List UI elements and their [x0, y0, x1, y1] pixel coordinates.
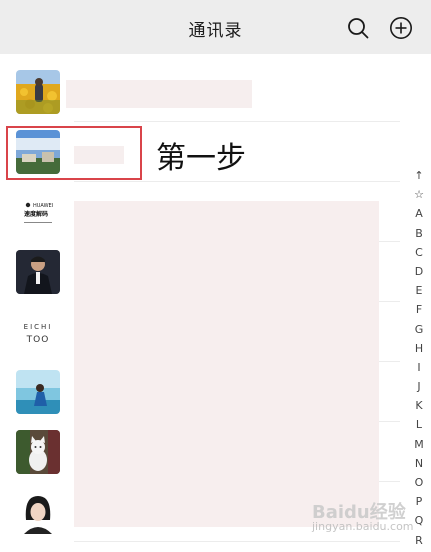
add-circle-icon[interactable] — [389, 16, 413, 40]
index-item[interactable]: C — [410, 243, 428, 262]
index-item[interactable]: H — [410, 339, 428, 358]
index-item[interactable]: A — [410, 204, 428, 223]
top-bar: 通讯录 — [0, 0, 431, 54]
contact-names-redacted — [74, 201, 379, 527]
sunflower-field-photo — [16, 70, 60, 114]
svg-text:EICHI: EICHI — [24, 323, 53, 331]
index-item[interactable]: I — [410, 358, 428, 377]
index-item[interactable]: M — [410, 435, 428, 454]
contact-row[interactable] — [0, 62, 400, 122]
index-item[interactable]: N — [410, 454, 428, 473]
seaside-girl-photo — [16, 370, 60, 414]
index-item[interactable]: D — [410, 262, 428, 281]
svg-text:TOO: TOO — [26, 335, 50, 345]
index-item[interactable]: K — [410, 396, 428, 415]
index-item[interactable]: L — [410, 415, 428, 434]
index-item[interactable]: G — [410, 320, 428, 339]
index-item[interactable]: J — [410, 377, 428, 396]
woman-portrait-photo — [16, 490, 60, 534]
index-item[interactable]: O — [410, 473, 428, 492]
avatar — [16, 370, 60, 414]
avatar — [16, 430, 60, 474]
watermark-text: Baidu经验 — [312, 502, 406, 523]
avatar — [16, 70, 60, 114]
svg-text:HUAWEI: HUAWEI — [33, 203, 53, 209]
svg-text:速度解码: 速度解码 — [24, 210, 48, 218]
index-item[interactable]: E — [410, 281, 428, 300]
contact-name-redacted — [66, 80, 252, 108]
index-item[interactable]: B — [410, 224, 428, 243]
cat-photo — [16, 430, 60, 474]
step-label: 第一步 — [156, 141, 246, 176]
index-item[interactable]: F — [410, 300, 428, 319]
watermark: Baidu经验 jingyan.baidu.com — [312, 502, 424, 544]
index-item[interactable]: ☆ — [410, 185, 428, 204]
huawei-logo: HUAWEI 速度解码 — [16, 190, 60, 234]
search-icon[interactable] — [346, 16, 370, 40]
man-portrait-photo — [16, 250, 60, 294]
index-item[interactable]: ↑ — [410, 166, 428, 185]
avatar: HUAWEI 速度解码 — [16, 190, 60, 234]
alphabet-index-bar[interactable]: ↑ ☆ A B C D E F G H I J K L M N O P Q R — [410, 166, 428, 550]
avatar: EICHI TOO — [16, 310, 60, 354]
highlight-box — [6, 126, 142, 180]
watermark-subtext: jingyan.baidu.com — [312, 520, 414, 533]
avatar — [16, 250, 60, 294]
eichi-too-logo: EICHI TOO — [16, 310, 60, 354]
avatar — [16, 490, 60, 534]
